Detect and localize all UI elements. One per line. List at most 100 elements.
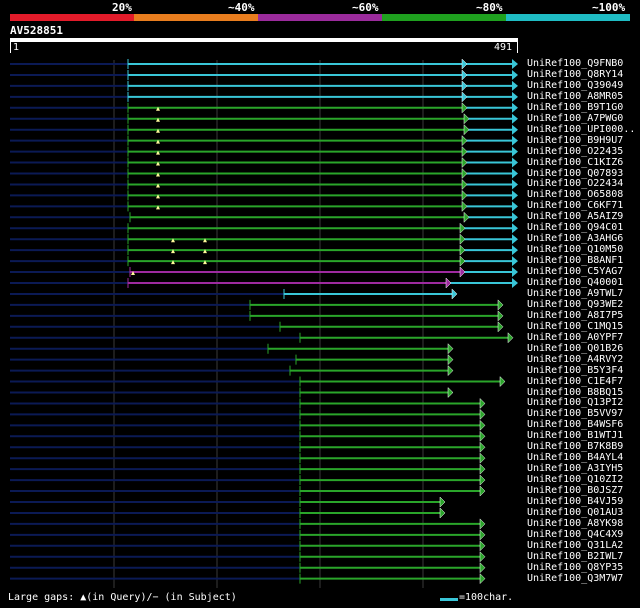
- hit-segment-arrow-37: [479, 463, 486, 475]
- hit-label[interactable]: UniRef100_Q07893: [527, 168, 623, 179]
- hit-label[interactable]: UniRef100_Q94C01: [527, 222, 623, 233]
- hit-arrow-3: [512, 91, 518, 102]
- hit-segment-arrow-28: [447, 364, 454, 377]
- hit-label[interactable]: UniRef100_C1KIZ6: [527, 157, 623, 168]
- hit-label[interactable]: UniRef100_B4AYL4: [527, 452, 623, 463]
- hit-segment-arrow-39: [479, 485, 486, 497]
- hit-label[interactable]: UniRef100_Q9FNB0: [527, 58, 623, 69]
- hit-label[interactable]: UniRef100_A5AIZ9: [527, 211, 623, 222]
- hit-segment-arrow-4: [461, 102, 468, 114]
- hit-segment-arrow-6: [463, 124, 470, 136]
- hit-arrow-15: [512, 223, 518, 234]
- hit-label[interactable]: UniRef100_B8ANF1: [527, 255, 623, 266]
- hit-segment-arrow-34: [479, 430, 486, 442]
- hit-segment-arrow-32: [479, 408, 486, 421]
- hit-arrow-14: [512, 212, 518, 223]
- hit-label[interactable]: UniRef100_Q01B26: [527, 343, 623, 354]
- hit-label[interactable]: UniRef100_B7K8B9: [527, 441, 623, 452]
- hit-label[interactable]: UniRef100_Q40001: [527, 277, 623, 288]
- hit-label[interactable]: UniRef100_Q13PI2: [527, 397, 623, 408]
- hit-label[interactable]: UniRef100_UPI000..: [527, 124, 635, 135]
- hit-arrow-6: [512, 124, 518, 135]
- hit-segment-arrow-18: [459, 255, 466, 267]
- hit-segment-arrow-26: [447, 343, 454, 355]
- hit-label[interactable]: UniRef100_O22435: [527, 146, 623, 157]
- hit-segment-arrow-17: [459, 244, 466, 256]
- hit-segment-arrow-31: [479, 397, 486, 410]
- hit-label[interactable]: UniRef100_Q93WE2: [527, 299, 623, 310]
- hit-label[interactable]: UniRef100_B0JSZ7: [527, 485, 623, 496]
- hit-label[interactable]: UniRef100_C1MQ15: [527, 321, 623, 332]
- hit-arrow-4: [512, 102, 518, 113]
- hit-arrow-19: [512, 267, 518, 278]
- hit-label[interactable]: UniRef100_C6KF71: [527, 200, 623, 211]
- hit-arrow-20: [512, 278, 518, 288]
- hit-segment-arrow-1: [461, 69, 468, 81]
- hit-segment-arrow-38: [479, 474, 486, 486]
- hit-segment-arrow-23: [497, 310, 504, 322]
- hit-label[interactable]: UniRef100_Q8RY14: [527, 69, 623, 80]
- hit-label[interactable]: UniRef100_Q01AU3: [527, 507, 623, 518]
- hit-arrow-18: [512, 256, 518, 267]
- hit-label[interactable]: UniRef100_Q4C4X9: [527, 529, 623, 540]
- hit-label[interactable]: UniRef100_A8YK98: [527, 518, 623, 529]
- hit-segment-arrow-22: [497, 299, 504, 311]
- hit-arrow-0: [512, 59, 518, 69]
- hit-segment-arrow-46: [479, 562, 486, 574]
- hit-label[interactable]: UniRef100_C1E4F7: [527, 376, 623, 387]
- hit-segment-arrow-14: [463, 211, 470, 223]
- hit-arrow-8: [512, 146, 518, 157]
- hit-segment-arrow-13: [461, 200, 468, 212]
- hit-segment-arrow-10: [461, 167, 468, 180]
- hit-label[interactable]: UniRef100_B4WSF6: [527, 419, 623, 430]
- hit-label[interactable]: UniRef100_B1WTJ1: [527, 430, 623, 441]
- hit-segment-arrow-24: [497, 321, 504, 333]
- hit-segment-arrow-27: [447, 354, 454, 366]
- hit-label[interactable]: UniRef100_O22434: [527, 178, 623, 189]
- hit-label[interactable]: UniRef100_A8MR05: [527, 91, 623, 102]
- hit-label[interactable]: UniRef100_C5YAG7: [527, 266, 623, 277]
- hit-segment-arrow-29: [499, 375, 506, 388]
- hit-label[interactable]: UniRef100_A4RVY2: [527, 354, 623, 365]
- hit-segment-arrow-43: [479, 529, 486, 541]
- hit-label[interactable]: UniRef100_Q10M50: [527, 244, 623, 255]
- hit-segment-arrow-47: [479, 573, 486, 585]
- hit-segment-arrow-44: [479, 540, 486, 552]
- hit-label[interactable]: UniRef100_A3IYH5: [527, 463, 623, 474]
- hit-label[interactable]: UniRef100_A8I7P5: [527, 310, 623, 321]
- hit-label[interactable]: UniRef100_A9TWL7: [527, 288, 623, 299]
- hit-label[interactable]: UniRef100_B9T1G0: [527, 102, 623, 113]
- hit-label[interactable]: UniRef100_B5VV97: [527, 408, 623, 419]
- hit-label[interactable]: UniRef100_A3AHG6: [527, 233, 623, 244]
- hit-arrow-12: [512, 190, 518, 201]
- hit-arrow-2: [512, 80, 518, 91]
- hit-label[interactable]: UniRef100_B5Y3F4: [527, 365, 623, 376]
- hit-label[interactable]: UniRef100_A7PWG0: [527, 113, 623, 124]
- scale-bar: [440, 598, 458, 601]
- hit-arrow-13: [512, 201, 518, 212]
- hit-label[interactable]: UniRef100_B9H9U7: [527, 135, 623, 146]
- hit-label[interactable]: UniRef100_B2IWL7: [527, 551, 623, 562]
- hit-label[interactable]: UniRef100_Q10ZI2: [527, 474, 623, 485]
- hit-label[interactable]: UniRef100_B4VJ59: [527, 496, 623, 507]
- hit-segment-arrow-8: [461, 145, 468, 158]
- hit-label[interactable]: UniRef100_Q8YP35: [527, 562, 623, 573]
- hit-label[interactable]: UniRef100_Q3M7W7: [527, 573, 623, 584]
- hit-segment-arrow-2: [461, 80, 468, 92]
- hit-segment-arrow-15: [459, 222, 466, 234]
- hit-segment-arrow-40: [439, 496, 446, 508]
- hit-segment-arrow-21: [451, 288, 458, 300]
- hit-segment-arrow-25: [507, 332, 514, 344]
- hit-label[interactable]: UniRef100_B8BQ15: [527, 387, 623, 398]
- hit-segment-arrow-45: [479, 551, 486, 563]
- hit-label[interactable]: UniRef100_Q39049: [527, 80, 623, 91]
- hit-segment-arrow-30: [447, 386, 454, 399]
- hit-label[interactable]: UniRef100_O65808: [527, 189, 623, 200]
- hit-label[interactable]: UniRef100_Q31LA2: [527, 540, 623, 551]
- hit-arrow-10: [512, 168, 518, 179]
- hit-label[interactable]: UniRef100_A0YPF7: [527, 332, 623, 343]
- hit-segment-arrow-16: [459, 233, 466, 245]
- hit-segment-arrow-12: [461, 189, 468, 202]
- scale-legend: =100char.: [459, 592, 514, 603]
- hit-segment-arrow-41: [439, 507, 446, 519]
